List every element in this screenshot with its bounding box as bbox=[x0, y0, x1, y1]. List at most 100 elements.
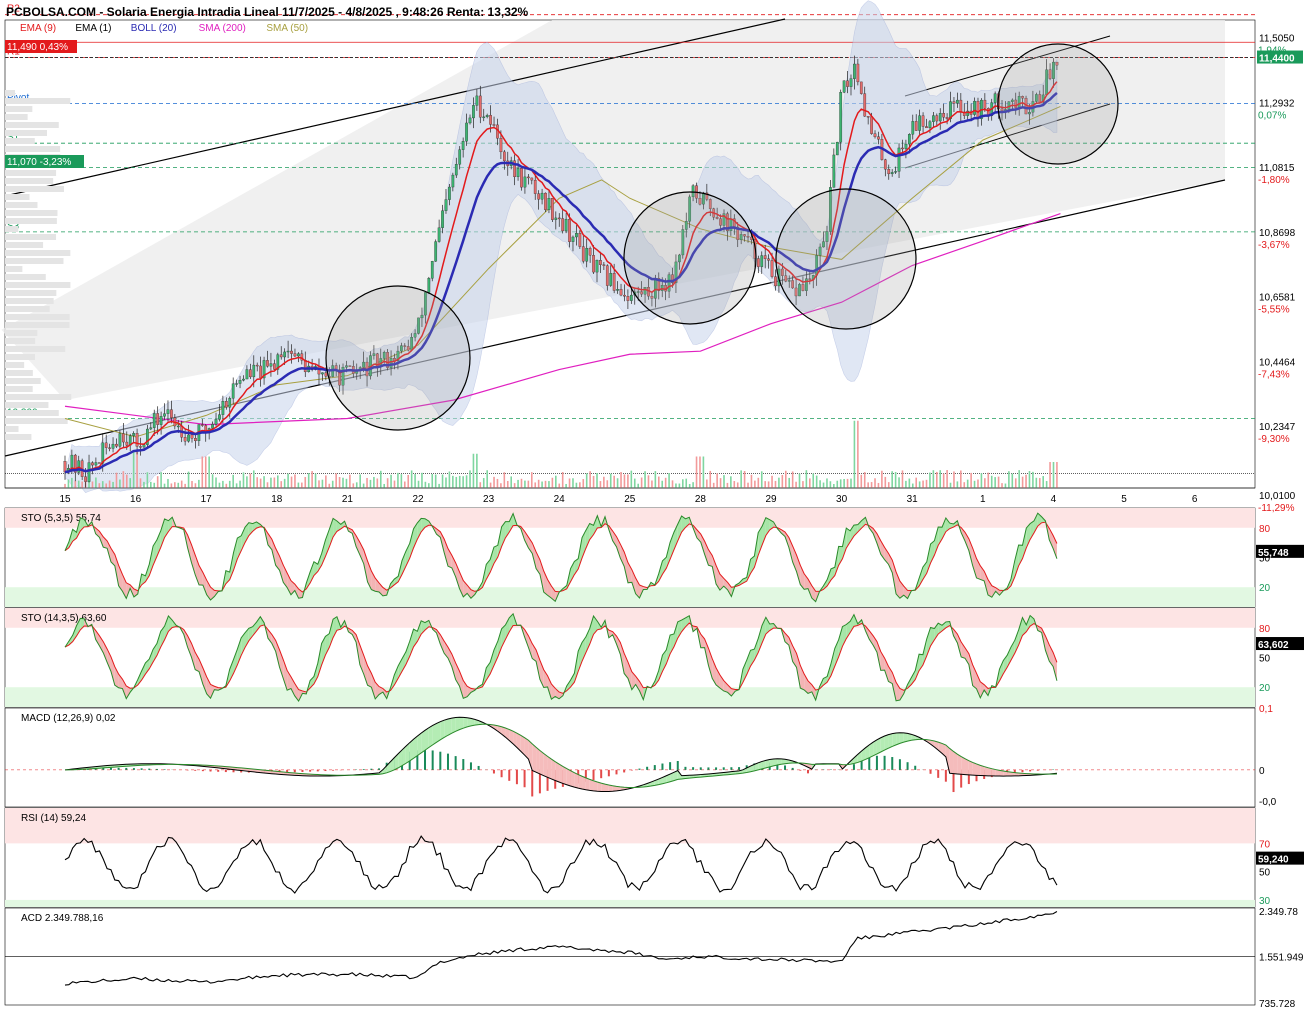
volume-bar bbox=[424, 481, 427, 488]
y-tick-label: 11,2932 bbox=[1259, 98, 1295, 109]
macd-histogram-bar bbox=[1036, 769, 1039, 771]
volume-bar bbox=[1011, 473, 1014, 488]
volume-profile-bar bbox=[5, 370, 33, 376]
volume-bar bbox=[860, 474, 863, 488]
macd-fill bbox=[440, 720, 445, 740]
volume-bar bbox=[486, 470, 488, 488]
highlight-circle bbox=[325, 285, 471, 431]
candle-body bbox=[619, 289, 623, 296]
volume-bar bbox=[349, 474, 351, 488]
volume-bar bbox=[462, 476, 464, 488]
macd-histogram-bar bbox=[944, 769, 947, 782]
volume-bar bbox=[1014, 478, 1017, 488]
pct-tick-label: -3,67% bbox=[1258, 240, 1290, 251]
macd-histogram-bar bbox=[875, 755, 878, 770]
volume-bar bbox=[579, 482, 581, 488]
macd-histogram-bar bbox=[500, 769, 503, 778]
candle-body bbox=[942, 113, 946, 118]
macd-histogram-bar bbox=[852, 764, 855, 770]
volume-bar bbox=[956, 481, 959, 488]
candle-body bbox=[866, 116, 870, 118]
volume-bar bbox=[448, 471, 451, 488]
candle-body bbox=[111, 443, 115, 449]
macd-histogram-bar bbox=[806, 769, 809, 774]
macd-histogram-bar bbox=[194, 769, 197, 771]
candle-body bbox=[187, 434, 190, 442]
candle-body bbox=[427, 278, 431, 293]
macd-fill bbox=[961, 756, 966, 775]
macd-histogram-bar bbox=[462, 759, 465, 770]
candle-body bbox=[448, 186, 451, 200]
volume-bar bbox=[558, 483, 561, 488]
candle-body bbox=[454, 164, 458, 176]
volume-bar bbox=[829, 481, 832, 488]
volume-bar bbox=[1042, 476, 1045, 488]
macd-histogram-bar bbox=[738, 767, 741, 770]
macd-histogram-bar bbox=[791, 767, 794, 770]
macd-histogram-bar bbox=[1029, 769, 1032, 772]
volume-bar bbox=[517, 479, 519, 488]
candle-body bbox=[465, 122, 468, 142]
volume-bar bbox=[239, 480, 241, 488]
macd-histogram-bar bbox=[868, 757, 871, 770]
volume-bar bbox=[695, 456, 698, 488]
volume-bar bbox=[905, 480, 907, 488]
volume-bar bbox=[585, 473, 588, 488]
volume-bar bbox=[719, 478, 722, 488]
volume-bar bbox=[136, 451, 138, 488]
candle-body bbox=[623, 294, 626, 297]
volume-bar bbox=[174, 482, 176, 488]
volume-profile-bar bbox=[5, 178, 54, 184]
candle-body bbox=[904, 143, 908, 149]
candle-body bbox=[475, 95, 479, 106]
volume-bar bbox=[146, 472, 149, 488]
macd-fill bbox=[444, 719, 448, 738]
volume-bar bbox=[555, 475, 557, 488]
volume-bar bbox=[263, 476, 265, 488]
volume-bar bbox=[990, 475, 993, 488]
volume-bar bbox=[352, 483, 355, 488]
indicator-tick: 2.349.78 bbox=[1259, 907, 1298, 918]
candle-body bbox=[767, 258, 770, 261]
volume-bar bbox=[338, 477, 341, 488]
volume-bar bbox=[620, 472, 622, 488]
volume-bar bbox=[630, 470, 633, 488]
volume-bar bbox=[1035, 477, 1038, 488]
volume-bar bbox=[863, 472, 866, 488]
volume-bar bbox=[918, 481, 921, 488]
candle-body bbox=[238, 380, 242, 384]
volume-bar bbox=[942, 473, 945, 488]
candle-body bbox=[575, 233, 578, 238]
candle-body bbox=[626, 296, 630, 301]
volume-profile-bar bbox=[5, 250, 71, 256]
volume-bar bbox=[651, 480, 653, 488]
volume-bar bbox=[616, 478, 619, 488]
candle-body bbox=[853, 63, 856, 79]
volume-bar bbox=[544, 480, 547, 488]
x-tick-label: 22 bbox=[412, 494, 424, 505]
pct-tick-label: -1,80% bbox=[1258, 175, 1290, 186]
volume-bar bbox=[664, 477, 667, 488]
macd-histogram-bar bbox=[309, 769, 312, 772]
candle-body bbox=[97, 462, 101, 464]
volume-bar bbox=[472, 453, 475, 488]
volume-bar bbox=[647, 475, 650, 488]
candle-body bbox=[976, 100, 980, 119]
volume-bar bbox=[225, 483, 228, 488]
volume-profile-bar bbox=[5, 394, 72, 400]
candle-body bbox=[928, 121, 932, 129]
volume-bar bbox=[973, 480, 976, 488]
indicator-tick: 70 bbox=[1259, 839, 1271, 850]
macd-fill bbox=[539, 750, 544, 776]
candle-body bbox=[468, 117, 472, 124]
volume-bar bbox=[249, 473, 252, 488]
macd-fill bbox=[463, 717, 468, 729]
macd-histogram-bar bbox=[937, 769, 940, 778]
volume-bar bbox=[434, 474, 437, 488]
candle-body bbox=[101, 442, 105, 464]
x-tick-label: 28 bbox=[695, 494, 707, 505]
volume-bar bbox=[469, 470, 471, 488]
volume-profile-bar bbox=[5, 258, 64, 264]
volume-bar bbox=[561, 472, 564, 488]
candle-body bbox=[245, 369, 249, 380]
